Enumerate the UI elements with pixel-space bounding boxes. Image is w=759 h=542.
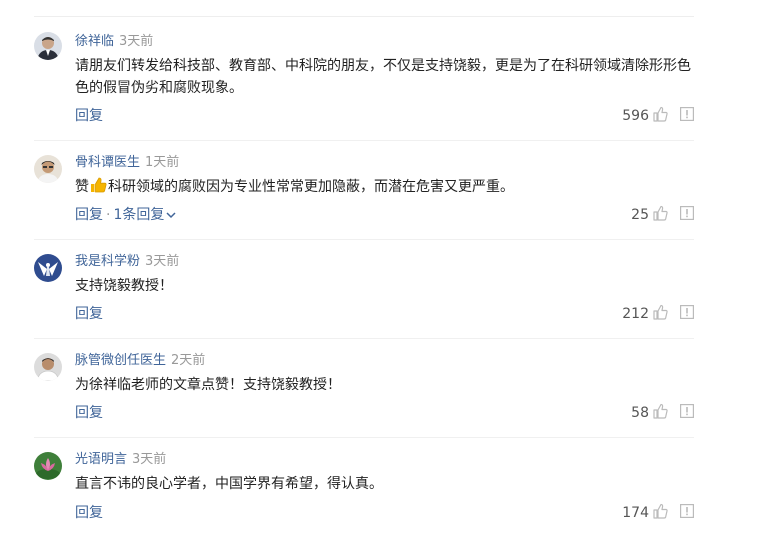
- comment-text: 科研领域的腐败因为专业性常常更加隐蔽，而潜在危害又更严重。: [108, 179, 514, 195]
- comment-actions: 174: [622, 503, 695, 524]
- reply-button[interactable]: 回复: [75, 405, 103, 421]
- thumbs-up-icon[interactable]: [652, 403, 668, 424]
- view-replies-button[interactable]: 1条回复: [113, 207, 176, 223]
- replies-count-label: 1条回复: [113, 207, 165, 223]
- comment-header: 脉管微创任医生 2天前: [75, 350, 205, 368]
- comment-text-prefix: 赞: [75, 179, 89, 195]
- thumbs-up-icon[interactable]: [652, 304, 668, 325]
- report-icon[interactable]: [680, 304, 695, 324]
- comment-footer: 回复: [75, 304, 103, 324]
- divider: [34, 239, 694, 240]
- reply-button[interactable]: 回复: [75, 207, 103, 223]
- comment-actions: 212: [622, 304, 695, 325]
- avatar[interactable]: [34, 254, 62, 282]
- comment-text: 支持饶毅教授！: [75, 278, 173, 294]
- like-count: 596: [622, 108, 649, 124]
- like-count: 174: [622, 505, 649, 521]
- comment-time: 3天前: [132, 452, 167, 467]
- comment-header: 徐祥临 3天前: [75, 31, 153, 49]
- comment-actions: 25: [631, 205, 695, 226]
- comment-header: 光语明言 3天前: [75, 449, 166, 467]
- divider: [34, 437, 694, 438]
- portrait-icon: [34, 353, 62, 381]
- comment-time: 2天前: [171, 353, 206, 368]
- comment-footer: 回复 · 1条回复: [75, 205, 176, 225]
- author-name[interactable]: 骨科谭医生: [75, 155, 140, 170]
- comment-text-block: 赞 科研领域的腐败因为专业性常常更加隐蔽，而潜在危害又更严重。: [75, 176, 695, 200]
- top-divider: [34, 16, 694, 17]
- like-count: 25: [631, 207, 649, 223]
- comment-footer: 回复: [75, 106, 103, 126]
- comment-header: 我是科学粉 3天前: [75, 251, 179, 269]
- lotus-icon: [34, 452, 62, 480]
- comment-footer: 回复: [75, 503, 103, 523]
- report-icon[interactable]: [680, 403, 695, 423]
- eagle-icon: [34, 254, 62, 282]
- comment-time: 3天前: [145, 254, 180, 269]
- avatar[interactable]: [34, 452, 62, 480]
- chevron-down-icon: [166, 205, 176, 225]
- thumbs-up-icon[interactable]: [652, 106, 668, 127]
- comment-time: 1天前: [145, 155, 180, 170]
- author-name[interactable]: 徐祥临: [75, 34, 114, 49]
- reply-button[interactable]: 回复: [75, 505, 103, 521]
- comment-header: 骨科谭医生 1天前: [75, 152, 179, 170]
- thumbs-up-icon[interactable]: [652, 503, 668, 524]
- report-icon[interactable]: [680, 106, 695, 126]
- avatar[interactable]: [34, 353, 62, 381]
- comment-text: 直言不讳的良心学者，中国学界有希望，得认真。: [75, 476, 383, 492]
- author-name[interactable]: 我是科学粉: [75, 254, 140, 269]
- author-name[interactable]: 光语明言: [75, 452, 127, 467]
- report-icon[interactable]: [680, 205, 695, 225]
- portrait-icon: [34, 155, 62, 183]
- comment-footer: 回复: [75, 403, 103, 423]
- like-count: 212: [622, 306, 649, 322]
- avatar[interactable]: [34, 155, 62, 183]
- avatar[interactable]: [34, 32, 62, 60]
- divider: [34, 338, 694, 339]
- comment-actions: 58: [631, 403, 695, 424]
- separator-dot: ·: [106, 207, 111, 223]
- thumbs-up-emoji-icon: [90, 177, 107, 200]
- thumbs-up-icon[interactable]: [652, 205, 668, 226]
- portrait-icon: [34, 32, 62, 60]
- reply-button[interactable]: 回复: [75, 108, 103, 124]
- reply-button[interactable]: 回复: [75, 306, 103, 322]
- report-icon[interactable]: [680, 503, 695, 523]
- like-count: 58: [631, 405, 649, 421]
- comment-text: 为徐祥临老师的文章点赞！支持饶毅教授！: [75, 377, 341, 393]
- comment-text: 请朋友们转发给科技部、教育部、中科院的朋友，不仅是支持饶毅，更是为了在科研领域清…: [75, 58, 691, 96]
- author-name[interactable]: 脉管微创任医生: [75, 353, 166, 368]
- comment-actions: 596: [622, 106, 695, 127]
- comment-time: 3天前: [119, 34, 154, 49]
- divider: [34, 140, 694, 141]
